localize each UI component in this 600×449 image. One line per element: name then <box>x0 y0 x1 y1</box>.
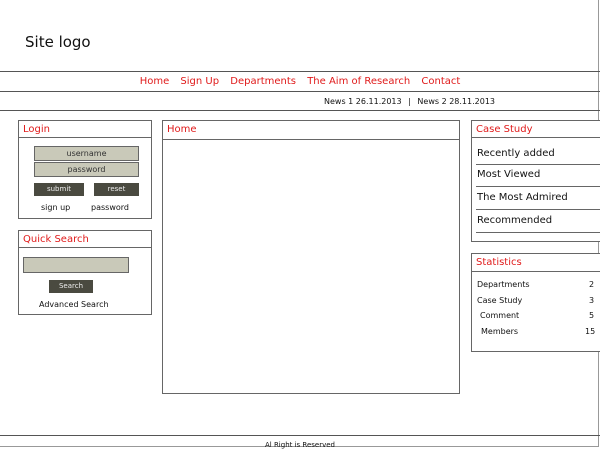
case-study-divider <box>476 209 600 210</box>
main-content-panel: Home <box>162 120 460 394</box>
statistics-panel: Statistics Departments 2 Case Study 3 Co… <box>471 253 600 352</box>
case-study-divider <box>476 164 600 165</box>
site-logo[interactable]: Site logo <box>25 33 91 51</box>
news-item-1[interactable]: News 1 26.11.2013 <box>324 97 402 106</box>
login-title-divider <box>19 137 151 138</box>
footer-divider <box>0 435 600 436</box>
nav-item-departments[interactable]: Departments <box>230 76 296 87</box>
header-divider <box>0 71 600 72</box>
username-field[interactable]: username <box>34 146 139 161</box>
nav-item-home[interactable]: Home <box>140 76 170 87</box>
quick-search-panel: Quick Search Search Advanced Search <box>18 230 152 315</box>
main-title-divider <box>163 139 459 140</box>
quick-search-title: Quick Search <box>23 234 89 245</box>
case-study-divider <box>476 186 600 187</box>
news-separator: | <box>408 97 411 106</box>
nav-item-aim-of-research[interactable]: The Aim of Research <box>307 76 410 87</box>
quick-search-title-divider <box>19 247 151 248</box>
nav-divider <box>0 91 600 92</box>
news-ticker: News 1 26.11.2013 | News 2 28.11.2013 <box>322 97 497 106</box>
login-panel: Login username password submit reset sig… <box>18 120 152 219</box>
main-title: Home <box>167 124 197 135</box>
case-study-panel: Case Study Recently added Most Viewed Th… <box>471 120 600 242</box>
reset-button[interactable]: reset <box>94 183 139 196</box>
case-study-item-most-admired[interactable]: The Most Admired <box>477 192 568 203</box>
nav-item-contact[interactable]: Contact <box>421 76 460 87</box>
submit-button[interactable]: submit <box>34 183 84 196</box>
stat-value-case-study: 3 <box>589 296 595 305</box>
stat-label-members: Members <box>481 327 519 336</box>
stat-value-comment: 5 <box>589 311 595 320</box>
stat-label-case-study: Case Study <box>477 296 523 305</box>
news-item-2[interactable]: News 2 28.11.2013 <box>417 97 495 106</box>
stat-value-departments: 2 <box>589 280 595 289</box>
quick-search-input[interactable] <box>23 257 129 273</box>
login-title: Login <box>23 124 50 135</box>
case-study-title: Case Study <box>476 124 533 135</box>
news-divider <box>0 110 600 111</box>
nav-item-sign-up[interactable]: Sign Up <box>180 76 219 87</box>
main-nav: Home Sign Up Departments The Aim of Rese… <box>0 76 600 87</box>
password-link[interactable]: password <box>91 203 129 212</box>
case-study-item-most-viewed[interactable]: Most Viewed <box>477 169 540 180</box>
search-button[interactable]: Search <box>49 280 93 293</box>
case-study-divider <box>476 232 600 233</box>
password-field[interactable]: password <box>34 162 139 177</box>
advanced-search-link[interactable]: Advanced Search <box>39 300 109 309</box>
case-study-item-recently-added[interactable]: Recently added <box>477 148 555 159</box>
sign-up-link[interactable]: sign up <box>41 203 70 212</box>
case-study-title-divider <box>472 137 600 138</box>
stat-label-departments: Departments <box>477 280 530 289</box>
stat-value-members: 15 <box>585 327 596 336</box>
case-study-item-recommended[interactable]: Recommended <box>477 215 552 226</box>
stat-label-comment: Comment <box>480 311 520 320</box>
statistics-title-divider <box>472 271 600 272</box>
statistics-title: Statistics <box>476 257 522 268</box>
